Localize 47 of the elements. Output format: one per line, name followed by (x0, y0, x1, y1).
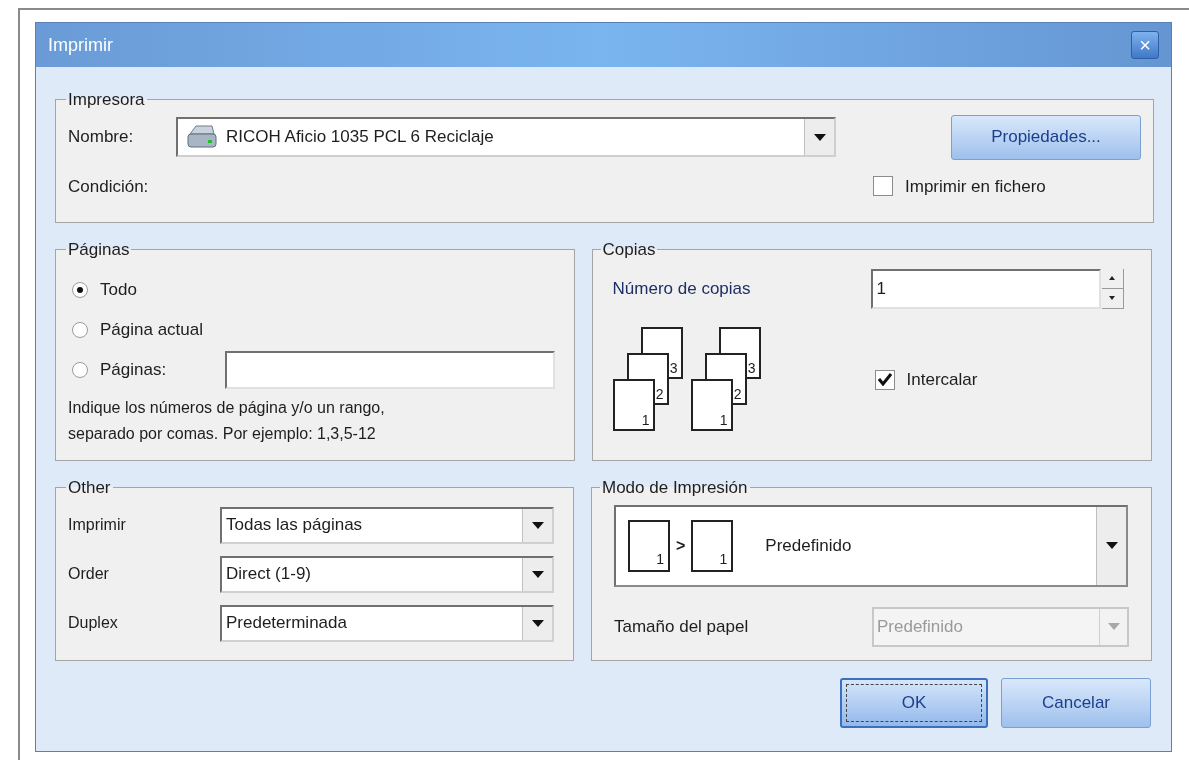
field-label: Nombre: (68, 126, 135, 149)
radio-label: Páginas: (100, 358, 168, 381)
page-sheet: 1 (691, 519, 734, 572)
dropdown-value: Predefinido (765, 534, 853, 557)
group-label: Copias (601, 239, 657, 261)
radio-button[interactable] (72, 361, 88, 378)
field-label: Duplex (68, 613, 119, 633)
printer-dropdown[interactable]: RICOH Aficio 1035 PCL 6 Reciclaje (176, 117, 836, 157)
checkbox[interactable] (873, 176, 893, 197)
checkbox-label: Imprimir en fichero (905, 175, 1046, 198)
radio-label: Todo (100, 278, 137, 301)
dropdown[interactable]: Direct (1-9) (220, 555, 554, 593)
group-label: Modo de Impresión (601, 477, 749, 499)
spin-up-icon[interactable] (1101, 268, 1124, 289)
radio-button[interactable] (72, 321, 88, 338)
dialog-button[interactable]: Cancelar (1001, 678, 1151, 728)
print-mode-dropdown[interactable]: 1 > 1 Predefinido (614, 504, 1128, 587)
dropdown-value: RICOH Aficio 1035 PCL 6 Reciclaje (226, 126, 495, 149)
radio-button[interactable] (72, 281, 88, 298)
checkbox[interactable] (874, 369, 895, 390)
radio-label: Página actual (100, 318, 204, 341)
field-label: Condición: (68, 175, 150, 198)
properties-button[interactable]: Propiedades... (951, 114, 1141, 160)
page-sheet: 1 (628, 519, 670, 572)
collate-stack-drawing: 3 2 1 (690, 326, 763, 433)
dropdown-value: Predefinido (877, 615, 964, 638)
dialog-button[interactable]: OK (840, 678, 988, 728)
arrow-glyph: > (676, 535, 686, 556)
dropdown-value: Predeterminada (226, 612, 348, 635)
hint-text: Indique los números de página y/o un rango, separado por comas. Por ejemplo: 1,3,5-12 (68, 397, 386, 444)
field-label: Order (68, 564, 110, 584)
dropdown-value: Direct (1-9) (226, 563, 312, 586)
field-label: Imprimir (68, 515, 127, 535)
printer-icon (186, 124, 218, 150)
page-range-field[interactable] (225, 350, 555, 389)
group-label: Impresora (67, 89, 146, 111)
group-label: Other (67, 477, 112, 499)
window-title: Imprimir (48, 33, 113, 57)
checkbox-label: Intercalar (906, 368, 978, 391)
spin-down-icon[interactable] (1101, 288, 1124, 309)
collate-stack-drawing: 3 2 1 (612, 326, 685, 433)
field-label: Tamaño del papel (614, 615, 750, 638)
dropdown[interactable]: Todas las páginas (220, 506, 554, 544)
dropdown-value: Todas las páginas (226, 514, 364, 537)
field-label: Número de copias (612, 277, 752, 300)
group-label: Páginas (67, 239, 131, 261)
dropdown[interactable]: Predeterminada (220, 604, 554, 642)
